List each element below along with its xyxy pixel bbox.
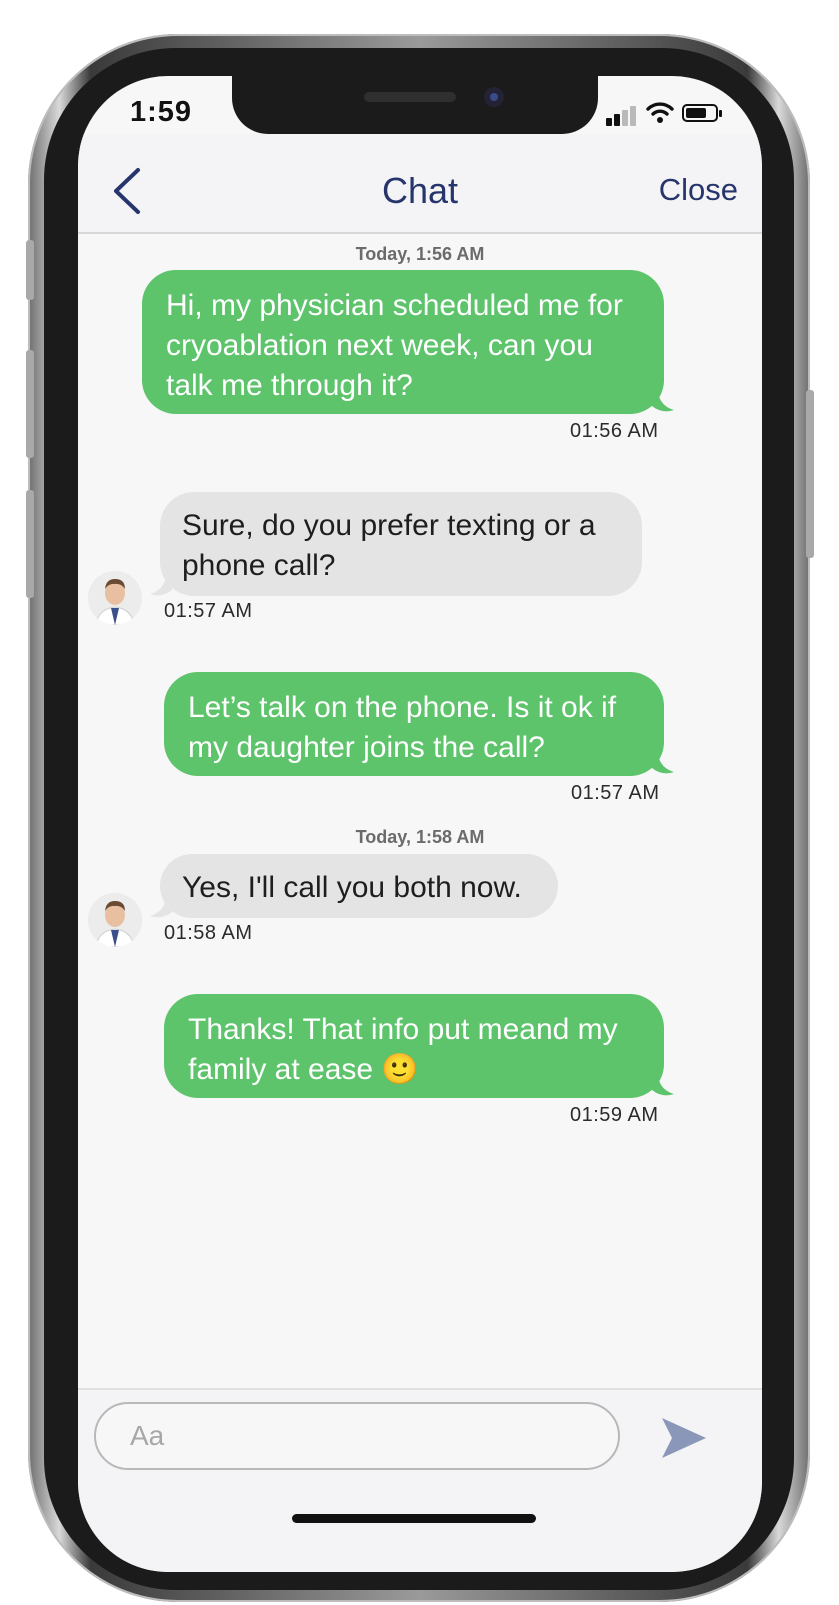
message-bubble-outgoing[interactable]: Let’s talk on the phone. Is it ok if my … bbox=[164, 672, 664, 776]
home-indicator[interactable] bbox=[292, 1514, 536, 1523]
notch bbox=[232, 76, 598, 134]
bubble-tail bbox=[150, 898, 172, 918]
volume-up-button bbox=[26, 350, 34, 458]
bubble-tail bbox=[652, 754, 674, 774]
message-line: family at ease 🙂 bbox=[188, 1053, 419, 1086]
volume-down-button bbox=[26, 490, 34, 598]
message-line: talk me through it? bbox=[166, 369, 413, 402]
close-button[interactable]: Close bbox=[659, 172, 738, 208]
message-time: 01:56 AM bbox=[570, 420, 659, 442]
message-time: 01:58 AM bbox=[164, 922, 253, 944]
doctor-avatar[interactable] bbox=[88, 893, 142, 947]
message-line: cryoablation next week, can you bbox=[166, 329, 593, 362]
message-bubble-outgoing[interactable]: Thanks! That info put meand my family at… bbox=[164, 994, 664, 1098]
day-divider: Today, 1:56 AM bbox=[355, 244, 485, 264]
mute-switch bbox=[26, 240, 34, 300]
doctor-avatar[interactable] bbox=[88, 571, 142, 625]
send-arrow-icon[interactable] bbox=[660, 1416, 708, 1460]
bubble-tail bbox=[652, 392, 674, 412]
message-line: my daughter joins the call? bbox=[188, 731, 545, 764]
bubble-tail bbox=[150, 576, 172, 596]
message-line: Thanks! That info put meand my bbox=[188, 1013, 618, 1046]
wifi-icon bbox=[646, 102, 674, 123]
message-time: 01:57 AM bbox=[571, 782, 660, 804]
message-time: 01:59 AM bbox=[570, 1104, 659, 1126]
message-bubble-outgoing[interactable]: Hi, my physician scheduled me for cryoab… bbox=[142, 270, 664, 414]
status-time: 1:59 bbox=[130, 96, 193, 128]
front-camera bbox=[484, 87, 504, 107]
day-divider: Today, 1:58 AM bbox=[355, 827, 485, 847]
message-line: Sure, do you prefer texting or a bbox=[182, 509, 596, 542]
cellular-signal-icon bbox=[606, 104, 638, 126]
message-list: Today, 1:56 AM Hi, my physician schedule… bbox=[78, 236, 762, 1446]
message-input[interactable] bbox=[94, 1402, 620, 1470]
message-line: Yes, I'll call you both now. bbox=[182, 871, 522, 904]
message-line: Hi, my physician scheduled me for bbox=[166, 289, 623, 322]
message-composer bbox=[78, 1388, 762, 1572]
message-bubble-incoming[interactable]: Sure, do you prefer texting or a phone c… bbox=[160, 492, 642, 596]
bubble-tail bbox=[652, 1076, 674, 1096]
power-button bbox=[806, 390, 814, 558]
message-line: Let’s talk on the phone. Is it ok if bbox=[188, 691, 617, 724]
message-time: 01:57 AM bbox=[164, 600, 253, 622]
battery-icon bbox=[682, 104, 722, 122]
message-bubble-incoming[interactable]: Yes, I'll call you both now. bbox=[160, 854, 558, 918]
screen: 1:59 Chat Close Today, 1:56 AM Hi, my ph… bbox=[78, 76, 762, 1572]
nav-bar: Chat Close bbox=[78, 134, 762, 234]
earpiece-speaker bbox=[364, 92, 456, 102]
message-line: phone call? bbox=[182, 549, 336, 582]
